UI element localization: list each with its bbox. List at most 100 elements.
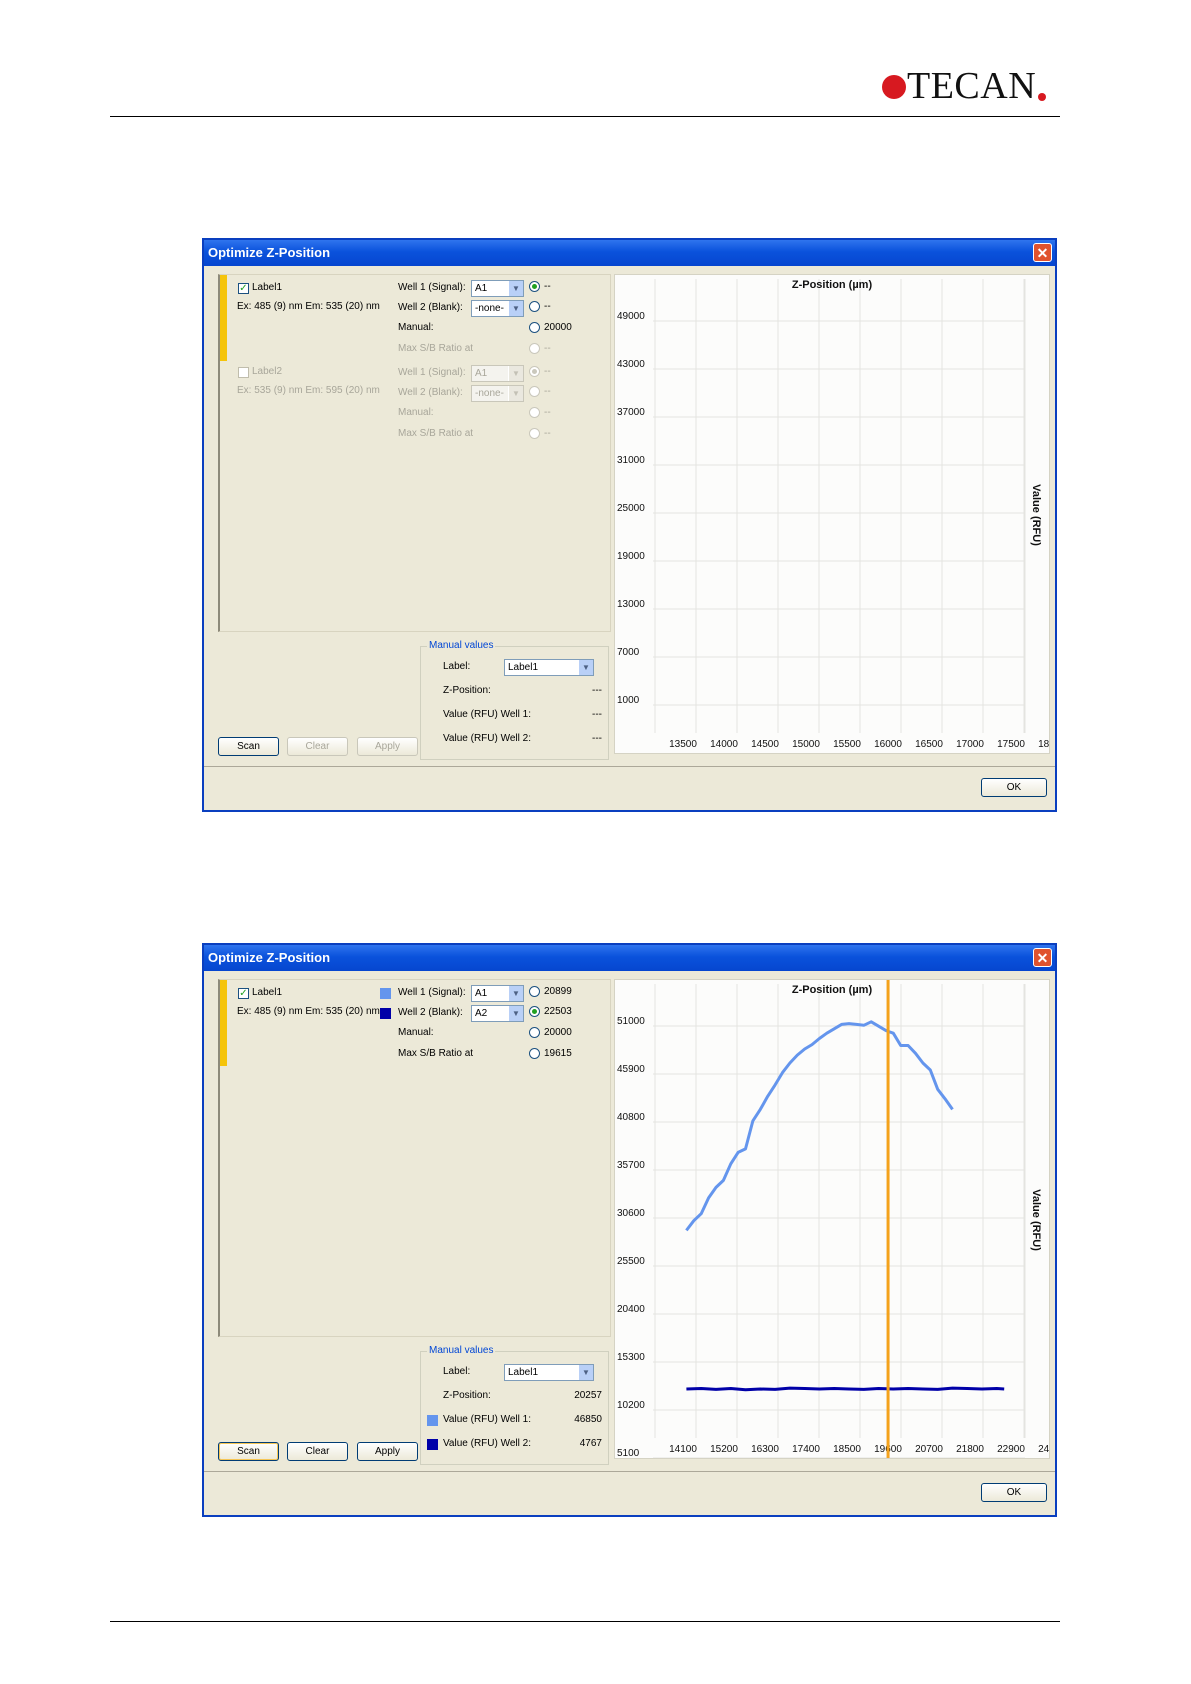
manual-zpos-caption: Z-Position: <box>443 685 491 696</box>
manual-label-select[interactable]: Label1 ▼ <box>504 659 594 676</box>
manual-well2-caption: Value (RFU) Well 2: <box>443 733 531 744</box>
chevron-down-icon: ▼ <box>578 1365 593 1380</box>
well1-color-swatch <box>380 988 391 999</box>
manual-radio-value: 20000 <box>544 322 572 333</box>
tecan-logo: TECAN <box>882 64 1047 108</box>
scan-button[interactable]: Scan <box>218 737 279 756</box>
label1-name: Label1 <box>252 282 283 293</box>
well2-radio[interactable] <box>529 1006 540 1017</box>
y-tick-label: 10200 <box>617 1400 645 1411</box>
z-position-chart: 51000 45900 40800 35700 30600 25500 20400 15300… <box>614 979 1050 1459</box>
x-tick-label: 21800 <box>956 1444 984 1455</box>
optimize-z-window-1: Optimize Z-Position ✕ ✓ Label1 Ex: 485 (… <box>202 238 1057 812</box>
chart-title: Z-Position (µm) <box>792 984 873 996</box>
max-sb-label: Max S/B Ratio at <box>398 343 474 354</box>
label2-well2-radio <box>529 386 540 397</box>
well1-signal-select[interactable]: A1 ▼ <box>471 280 524 297</box>
y-tick-label: 25500 <box>617 1256 645 1267</box>
chevron-down-icon: ▼ <box>508 386 523 401</box>
y-tick-label: 43000 <box>617 359 645 370</box>
label2-manual-label: Manual: <box>398 407 434 418</box>
well2-blank-select[interactable]: A2 ▼ <box>471 1005 524 1022</box>
well2-radio[interactable] <box>529 301 540 312</box>
window-title: Optimize Z-Position <box>208 950 331 965</box>
manual-radio-value: 20000 <box>544 1027 572 1038</box>
active-label-marker <box>220 980 227 1066</box>
manual-radio[interactable] <box>529 1027 540 1038</box>
y-tick-label: 13000 <box>617 599 645 610</box>
label2-well1-radio <box>529 366 540 377</box>
clear-button[interactable]: Clear <box>287 737 348 756</box>
well2-radio-value: -- <box>544 301 551 312</box>
x-tick-label: 24000 <box>1038 1444 1049 1455</box>
x-tick-label: 22900 <box>997 1444 1025 1455</box>
x-tick-label: 17000 <box>956 739 984 750</box>
manual-well2-value: 4767 <box>579 1438 602 1449</box>
y-tick-label: 25000 <box>617 503 645 514</box>
chevron-down-icon: ▼ <box>508 366 523 381</box>
label2-well1-label: Well 1 (Signal): <box>398 367 466 378</box>
window-title: Optimize Z-Position <box>208 245 331 260</box>
well2-color-swatch <box>380 1008 391 1019</box>
chart-svg: 49000 43000 37000 31000 25000 19000 13000 7000 1… <box>617 279 1049 750</box>
chevron-down-icon: ▼ <box>508 1006 523 1021</box>
x-tick-label: 14500 <box>751 739 779 750</box>
label2-well1-select: A1 ▼ <box>471 365 524 382</box>
active-label-marker <box>220 275 227 361</box>
well2-series-line <box>686 1386 1005 1392</box>
manual-values-group: Manual values Label: Label1 ▼ Z-Position:… <box>420 640 609 760</box>
chevron-down-icon: ▼ <box>578 660 593 675</box>
manual-label-caption: Label: <box>443 661 471 672</box>
clear-button[interactable]: Clear <box>287 1442 348 1461</box>
well1-radio[interactable] <box>529 281 540 292</box>
well2-blank-label: Well 2 (Blank): <box>398 302 463 313</box>
label1-checkbox[interactable]: ✓ <box>238 988 249 999</box>
y-tick-label: 19000 <box>617 551 645 562</box>
footer-rule <box>110 1621 1060 1622</box>
well2-blank-select[interactable]: -none- ▼ <box>471 300 524 317</box>
label2-manual-radio-value: -- <box>544 407 551 418</box>
well1-signal-label: Well 1 (Signal): <box>398 987 466 998</box>
logo-text: TECAN <box>907 65 1037 107</box>
chart-svg: 51000 45900 40800 35700 30600 25500 20400 15300… <box>617 980 1049 1458</box>
x-tick-label: 15200 <box>710 1444 738 1455</box>
label2-well2-label: Well 2 (Blank): <box>398 387 463 398</box>
chevron-down-icon: ▼ <box>508 301 523 316</box>
manual-zpos-value: --- <box>592 685 602 696</box>
well1-radio[interactable] <box>529 986 540 997</box>
label2-max-sb-label: Max S/B Ratio at <box>398 428 474 439</box>
scan-button[interactable]: Scan <box>218 1442 279 1461</box>
label1-ex-em: Ex: 485 (9) nm Em: 535 (20) nm <box>237 301 380 312</box>
close-button[interactable]: ✕ <box>1033 948 1052 967</box>
well1-signal-label: Well 1 (Signal): <box>398 282 466 293</box>
label1-ex-em: Ex: 485 (9) nm Em: 535 (20) nm <box>237 1006 380 1017</box>
y-tick-label: 15300 <box>617 1352 645 1363</box>
well2-blank-label: Well 2 (Blank): <box>398 1007 463 1018</box>
header-rule <box>110 116 1060 117</box>
manual-radio[interactable] <box>529 322 540 333</box>
manual-label-select[interactable]: Label1 ▼ <box>504 1364 594 1381</box>
manual-label: Manual: <box>398 322 434 333</box>
x-tick-label: 20700 <box>915 1444 943 1455</box>
label1-checkbox[interactable]: ✓ <box>238 283 249 294</box>
label2-checkbox[interactable] <box>238 367 249 378</box>
manual-well2-value: --- <box>592 733 602 744</box>
max-sb-radio[interactable] <box>529 1048 540 1059</box>
y-axis-label: Value (RFU) <box>1030 484 1042 546</box>
y-tick-label: 51000 <box>617 1016 645 1027</box>
apply-button[interactable]: Apply <box>357 1442 418 1461</box>
label-settings-panel: ✓ Label1 Ex: 485 (9) nm Em: 535 (20) nm … <box>218 274 611 632</box>
x-tick-label: 16500 <box>915 739 943 750</box>
apply-button[interactable]: Apply <box>357 737 418 756</box>
well1-signal-select[interactable]: A1 ▼ <box>471 985 524 1002</box>
label2-well1-radio-value: -- <box>544 366 551 377</box>
label1-name: Label1 <box>252 987 283 998</box>
label2-well2-radio-value: -- <box>544 386 551 397</box>
close-button[interactable]: ✕ <box>1033 243 1052 262</box>
manual-values-group: Manual values Label: Label1 ▼ Z-Position:… <box>420 1345 609 1465</box>
chart-title: Z-Position (µm) <box>792 279 873 291</box>
max-sb-radio <box>529 343 540 354</box>
ok-button[interactable]: OK <box>981 1483 1047 1502</box>
ok-button[interactable]: OK <box>981 778 1047 797</box>
manual-well1-caption: Value (RFU) Well 1: <box>443 709 531 720</box>
